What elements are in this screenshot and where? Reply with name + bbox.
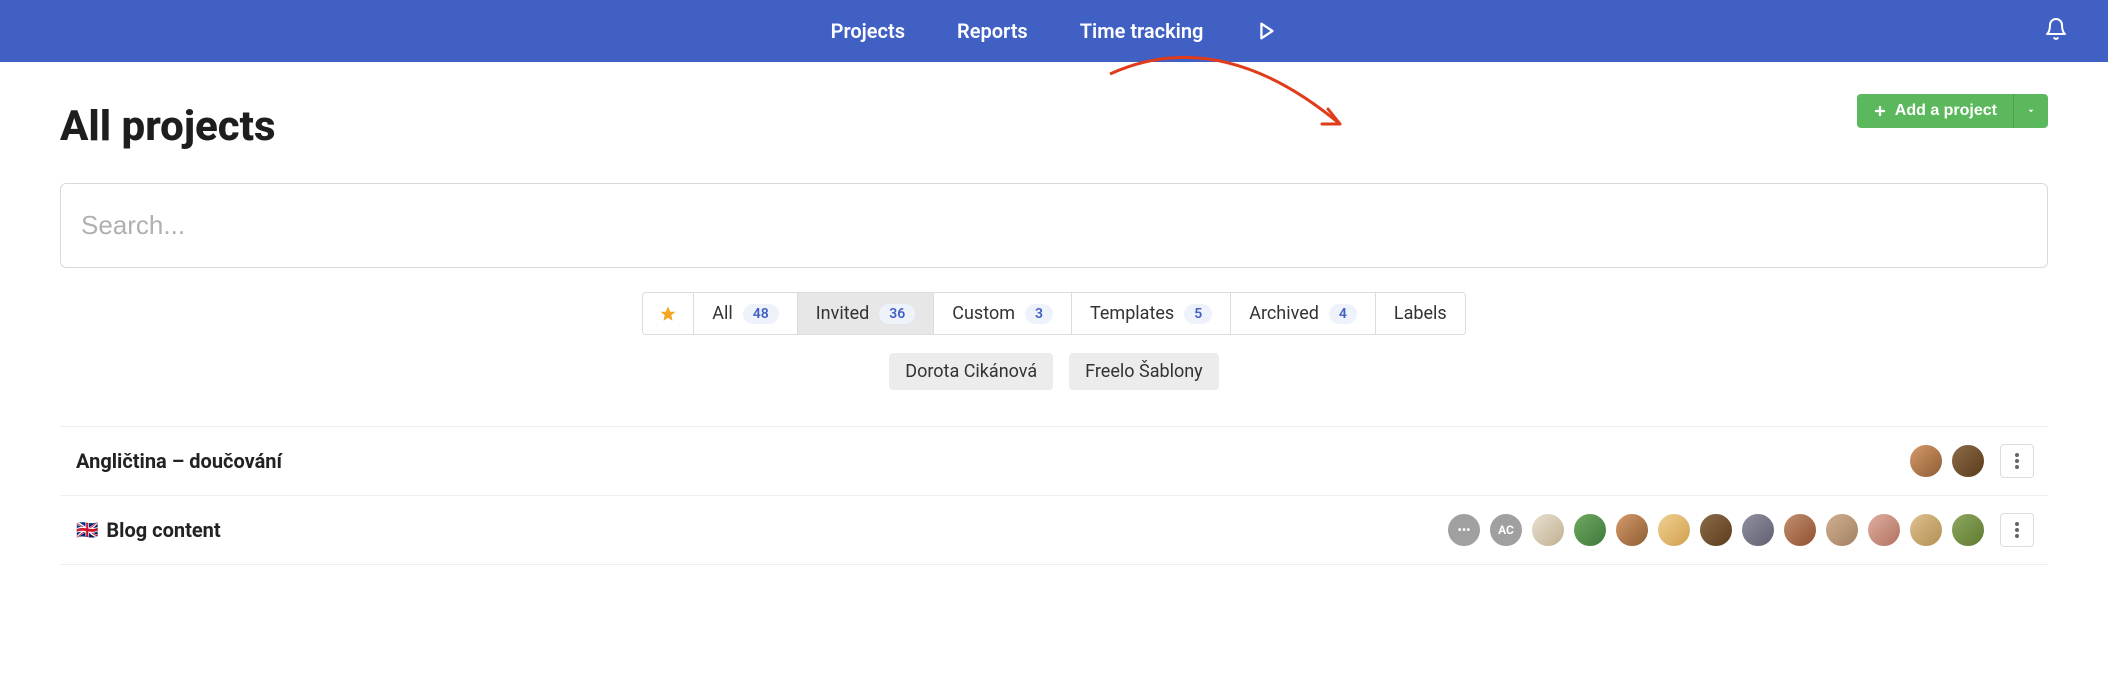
avatar[interactable] (1782, 512, 1818, 548)
avatar[interactable] (1572, 512, 1608, 548)
row-actions (1908, 443, 2034, 479)
page-title: All projects (60, 102, 2048, 151)
filter-templates-count: 5 (1184, 304, 1212, 324)
filter-labels[interactable]: Labels (1376, 293, 1465, 334)
avatar[interactable] (1530, 512, 1566, 548)
project-name: 🇬🇧 Blog content (76, 518, 221, 542)
add-project-dropdown[interactable] (2013, 94, 2048, 128)
nav-projects[interactable]: Projects (831, 19, 905, 43)
nav-links: Projects Reports Time tracking (831, 19, 1278, 43)
filter-custom[interactable]: Custom 3 (934, 293, 1072, 334)
filter-all[interactable]: All 48 (694, 293, 798, 334)
avatar[interactable] (1698, 512, 1734, 548)
add-project-button[interactable]: Add a project (1857, 94, 2013, 128)
filter-templates-label: Templates (1090, 303, 1174, 324)
top-nav: Projects Reports Time tracking (0, 0, 2108, 62)
nav-reports[interactable]: Reports (957, 19, 1028, 43)
avatar[interactable] (1950, 512, 1986, 548)
project-title-0: Angličtina – doučování (76, 449, 282, 473)
filter-archived-count: 4 (1329, 304, 1357, 324)
filter-templates[interactable]: Templates 5 (1072, 293, 1231, 334)
avatars (1908, 443, 1986, 479)
avatars: ••• AC (1446, 512, 1986, 548)
tag-owner-0[interactable]: Dorota Cikánová (889, 353, 1053, 390)
filter-all-label: All (712, 303, 733, 324)
filter-invited[interactable]: Invited 36 (798, 293, 935, 334)
filter-starred[interactable] (643, 293, 694, 334)
filter-archived[interactable]: Archived 4 (1231, 293, 1376, 334)
add-project-label: Add a project (1895, 102, 1997, 120)
flag-icon: 🇬🇧 (76, 520, 98, 541)
project-name: Angličtina – doučování (76, 449, 282, 473)
filter-custom-count: 3 (1025, 304, 1053, 324)
filter-invited-label: Invited (816, 303, 870, 324)
avatar[interactable] (1908, 512, 1944, 548)
project-list: Angličtina – doučování 🇬🇧 Blog content •… (60, 426, 2048, 565)
avatar[interactable] (1866, 512, 1902, 548)
avatar[interactable] (1656, 512, 1692, 548)
avatar[interactable] (1908, 443, 1944, 479)
project-row[interactable]: 🇬🇧 Blog content ••• AC (60, 496, 2048, 565)
notifications-icon[interactable] (2044, 17, 2068, 45)
play-icon[interactable] (1255, 20, 1277, 42)
nav-time-tracking[interactable]: Time tracking (1080, 19, 1204, 43)
avatar[interactable] (1614, 512, 1650, 548)
filter-labels-label: Labels (1394, 303, 1447, 324)
project-title-1: Blog content (106, 518, 220, 542)
main-container: All projects Add a project All 48 Invite… (0, 62, 2108, 565)
filter-all-count: 48 (743, 304, 779, 324)
row-menu-button[interactable] (2000, 444, 2034, 478)
row-menu-button[interactable] (2000, 513, 2034, 547)
project-row[interactable]: Angličtina – doučování (60, 426, 2048, 496)
owner-tags: Dorota Cikánová Freelo Šablony (60, 353, 2048, 390)
filter-invited-count: 36 (879, 304, 915, 324)
avatar-more[interactable]: ••• (1446, 512, 1482, 548)
tag-owner-1[interactable]: Freelo Šablony (1069, 353, 1219, 390)
row-actions: ••• AC (1446, 512, 2034, 548)
avatar-initials[interactable]: AC (1488, 512, 1524, 548)
search-box (60, 183, 2048, 268)
filter-tabs: All 48 Invited 36 Custom 3 Templates 5 A… (642, 292, 1465, 335)
filter-custom-label: Custom (952, 303, 1015, 324)
avatar[interactable] (1950, 443, 1986, 479)
avatar[interactable] (1824, 512, 1860, 548)
search-input[interactable] (60, 183, 2048, 268)
avatar[interactable] (1740, 512, 1776, 548)
filter-archived-label: Archived (1249, 303, 1319, 324)
add-project-group: Add a project (1857, 94, 2048, 128)
